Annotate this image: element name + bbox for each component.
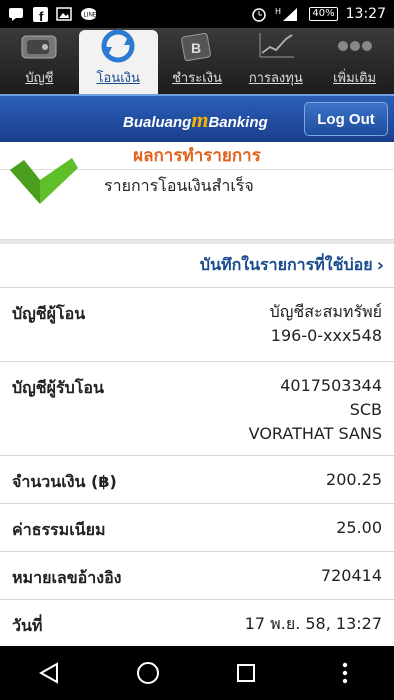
facebook-icon: f: [32, 6, 48, 22]
app-header: BualuangmBanking Log Out: [0, 94, 394, 142]
tab-transfer[interactable]: โอนเงิน: [78, 29, 158, 94]
detail-row-to: บัญชีผู้รับโอน 4017503344 SCB VORATHAT S…: [0, 362, 394, 456]
detail-row-reference: หมายเลขอ้างอิง 720414: [0, 552, 394, 600]
battery-indicator: 40%: [309, 7, 338, 21]
save-favorite-link[interactable]: บันทึกในรายการที่ใช้บ่อย ›: [0, 244, 394, 288]
to-account-number: 4017503344: [280, 376, 382, 395]
check-icon: [10, 158, 78, 204]
detail-row-from: บัญชีผู้โอน บัญชีสะสมทรัพย์ 196-0-xxx548: [0, 288, 394, 362]
result-content: ผลการทำรายการ รายการโอนเงินสำเร็จ บันทึก…: [0, 142, 394, 646]
to-account-label: บัญชีผู้รับโอน: [12, 378, 104, 397]
svg-text:f: f: [39, 9, 44, 22]
svg-text:LINE: LINE: [84, 13, 97, 19]
from-account-number: 196-0-xxx548: [270, 326, 382, 345]
amount-value: 200.25: [326, 470, 382, 489]
date-value: 17 พ.ย. 58, 13:27: [244, 614, 382, 633]
home-icon: [136, 662, 159, 684]
kebab-icon: [342, 662, 347, 684]
clock: 13:27: [345, 6, 386, 22]
back-icon: [39, 662, 59, 684]
transfer-icon: [98, 29, 138, 63]
success-message: รายการโอนเงินสำเร็จ: [104, 176, 254, 195]
tab-account[interactable]: บัญชี: [0, 28, 79, 94]
tab-more[interactable]: เพิ่มเติม: [315, 28, 394, 94]
svg-text:H: H: [275, 7, 281, 16]
recents-icon: [237, 664, 256, 682]
alarm-icon: [251, 6, 267, 22]
signal-icon: H: [275, 6, 301, 22]
detail-row-fee: ค่าธรรมเนียม 25.00: [0, 504, 394, 552]
tab-bar: บัญชี โอนเงิน B ชำระเงิน การลงทุน เพิ่มเ…: [0, 28, 394, 94]
overflow-menu-button[interactable]: [325, 653, 365, 693]
wallet-icon: [19, 29, 59, 63]
from-account-label: บัญชีผู้โอน: [12, 304, 86, 323]
reference-value: 720414: [320, 566, 382, 585]
from-account-type: บัญชีสะสมทรัพย์: [269, 302, 382, 321]
sms-icon: [8, 6, 24, 22]
detail-row-date: วันที่ 17 พ.ย. 58, 13:27: [0, 600, 394, 646]
line-icon: LINE: [80, 6, 96, 22]
logout-button[interactable]: Log Out: [304, 102, 388, 136]
chart-icon: [256, 29, 296, 63]
to-bank: SCB: [349, 400, 382, 419]
chevron-right-icon: ›: [376, 255, 384, 276]
fee-label: ค่าธรรมเนียม: [12, 520, 106, 539]
to-account-name: VORATHAT SANS: [248, 424, 382, 443]
android-nav-bar: [0, 646, 394, 700]
tab-investment[interactable]: การลงทุน: [236, 28, 315, 94]
detail-row-amount: จำนวนเงิน (฿) 200.25: [0, 456, 394, 504]
image-icon: [56, 6, 72, 22]
reference-label: หมายเลขอ้างอิง: [12, 568, 122, 587]
back-button[interactable]: [29, 653, 69, 693]
brand-logo: BualuangmBanking: [123, 107, 268, 132]
more-icon: [335, 29, 375, 63]
status-bar: f LINE H 40% 13:27: [0, 0, 394, 28]
tab-payment[interactable]: B ชำระเงิน: [158, 28, 237, 94]
recents-button[interactable]: [226, 653, 266, 693]
amount-label: จำนวนเงิน (฿): [12, 472, 117, 491]
bill-icon: B: [177, 29, 217, 63]
svg-text:B: B: [191, 40, 201, 56]
fee-value: 25.00: [336, 518, 382, 537]
date-label: วันที่: [12, 616, 43, 635]
home-button[interactable]: [128, 653, 168, 693]
success-banner: รายการโอนเงินสำเร็จ: [0, 158, 394, 240]
